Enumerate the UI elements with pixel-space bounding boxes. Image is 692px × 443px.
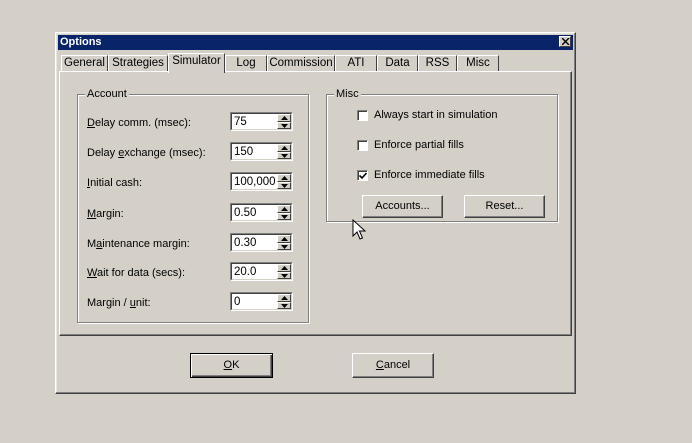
spin-up-button[interactable] bbox=[277, 205, 291, 213]
title-bar[interactable]: Options bbox=[58, 35, 573, 50]
tab-misc[interactable]: Misc bbox=[457, 55, 499, 71]
delay-comm-value[interactable]: 75 bbox=[234, 115, 247, 130]
tab-simulator[interactable]: Simulator bbox=[168, 53, 225, 73]
enforce-immediate-fills-label[interactable]: Enforce immediate fills bbox=[374, 169, 485, 181]
spin-down-button[interactable] bbox=[277, 122, 291, 129]
arrow-up-icon bbox=[281, 237, 288, 241]
always-start-simulation-label[interactable]: Always start in simulation bbox=[374, 109, 498, 121]
spin-down-button[interactable] bbox=[277, 152, 291, 159]
tab-data[interactable]: Data bbox=[377, 55, 418, 71]
spin-down-button[interactable] bbox=[277, 272, 291, 279]
delay-comm-spinbox[interactable]: 75 bbox=[230, 112, 293, 131]
wait-for-data-value[interactable]: 20.0 bbox=[234, 265, 256, 280]
misc-group: Misc Always start in simulation Enforce … bbox=[326, 88, 558, 222]
always-start-simulation-checkbox[interactable] bbox=[357, 110, 368, 121]
spin-up-button[interactable] bbox=[277, 114, 291, 122]
arrow-down-icon bbox=[281, 124, 288, 128]
tab-strategies[interactable]: Strategies bbox=[108, 55, 168, 71]
tab-label: Data bbox=[385, 57, 410, 69]
account-group: Account Delay comm. (msec): 75 Delay exc… bbox=[77, 88, 309, 323]
reset-button[interactable]: Reset... bbox=[464, 195, 545, 218]
margin-label: Margin: bbox=[87, 208, 124, 220]
spin-down-button[interactable] bbox=[277, 243, 291, 250]
spin-up-button[interactable] bbox=[277, 144, 291, 152]
initial-cash-value[interactable]: 100,000 bbox=[234, 175, 276, 190]
margin-unit-spinbox[interactable]: 0 bbox=[230, 292, 293, 311]
spin-up-button[interactable] bbox=[277, 294, 291, 302]
tab-label: Commission bbox=[269, 57, 333, 69]
misc-legend: Misc bbox=[334, 88, 361, 100]
wait-for-data-spinbox[interactable]: 20.0 bbox=[230, 262, 293, 281]
spin-up-button[interactable] bbox=[277, 174, 291, 182]
wait-for-data-label: Wait for data (secs): bbox=[87, 267, 186, 279]
cancel-button[interactable]: Cancel bbox=[352, 353, 434, 378]
window-title: Options bbox=[60, 36, 102, 48]
delay-exchange-label: Delay exchange (msec): bbox=[87, 147, 206, 159]
spin-up-button[interactable] bbox=[277, 235, 291, 243]
enforce-partial-fills-label[interactable]: Enforce partial fills bbox=[374, 139, 464, 151]
tab-strip: General Strategies Simulator Log Commiss… bbox=[61, 53, 571, 73]
close-button[interactable] bbox=[559, 36, 571, 47]
maintenance-margin-spinbox[interactable]: 0.30 bbox=[230, 233, 293, 252]
tab-label: General bbox=[64, 57, 105, 69]
maintenance-margin-value[interactable]: 0.30 bbox=[234, 236, 256, 251]
arrow-up-icon bbox=[281, 176, 288, 180]
tab-label: Misc bbox=[466, 57, 490, 69]
accounts-button[interactable]: Accounts... bbox=[362, 195, 443, 218]
arrow-down-icon bbox=[281, 274, 288, 278]
spin-up-button[interactable] bbox=[277, 264, 291, 272]
tab-label: Strategies bbox=[112, 57, 164, 69]
arrow-down-icon bbox=[281, 245, 288, 249]
enforce-immediate-fills-checkbox[interactable] bbox=[357, 170, 368, 181]
tab-label: RSS bbox=[425, 57, 450, 69]
account-legend: Account bbox=[85, 88, 129, 100]
tab-general[interactable]: General bbox=[61, 55, 108, 71]
initial-cash-label: Initial cash: bbox=[87, 177, 143, 189]
arrow-down-icon bbox=[281, 215, 288, 219]
margin-spinbox[interactable]: 0.50 bbox=[230, 203, 293, 222]
tab-commission[interactable]: Commission bbox=[267, 55, 335, 71]
tab-ati[interactable]: ATI bbox=[335, 55, 377, 71]
spin-down-button[interactable] bbox=[277, 302, 291, 309]
enforce-partial-fills-checkbox[interactable] bbox=[357, 140, 368, 151]
arrow-up-icon bbox=[281, 146, 288, 150]
arrow-down-icon bbox=[281, 304, 288, 308]
spin-down-button[interactable] bbox=[277, 182, 291, 189]
close-icon bbox=[562, 38, 570, 45]
tab-label: Simulator bbox=[172, 55, 221, 67]
tab-label: ATI bbox=[347, 57, 365, 69]
margin-unit-label: Margin / unit: bbox=[87, 297, 151, 309]
arrow-up-icon bbox=[281, 116, 288, 120]
delay-exchange-spinbox[interactable]: 150 bbox=[230, 142, 293, 161]
arrow-up-icon bbox=[281, 296, 288, 300]
arrow-down-icon bbox=[281, 184, 288, 188]
delay-comm-label: Delay comm. (msec): bbox=[87, 117, 191, 129]
margin-value[interactable]: 0.50 bbox=[234, 206, 256, 221]
maintenance-margin-label: Maintenance margin: bbox=[87, 238, 190, 250]
simulator-panel: Account Delay comm. (msec): 75 Delay exc… bbox=[59, 71, 572, 336]
delay-exchange-value[interactable]: 150 bbox=[234, 145, 253, 160]
checkmark-icon bbox=[359, 172, 367, 180]
tab-label: Log bbox=[236, 57, 256, 69]
arrow-down-icon bbox=[281, 154, 288, 158]
tab-log[interactable]: Log bbox=[225, 55, 267, 71]
tab-rss[interactable]: RSS bbox=[418, 55, 457, 71]
spin-down-button[interactable] bbox=[277, 213, 291, 220]
arrow-up-icon bbox=[281, 266, 288, 270]
options-dialog: Options General Strategies Simulator Log… bbox=[55, 32, 576, 394]
initial-cash-spinbox[interactable]: 100,000 bbox=[230, 172, 293, 191]
arrow-up-icon bbox=[281, 207, 288, 211]
ok-button[interactable]: OK bbox=[190, 353, 273, 378]
mouse-cursor-icon bbox=[352, 219, 366, 240]
margin-unit-value[interactable]: 0 bbox=[234, 295, 240, 310]
